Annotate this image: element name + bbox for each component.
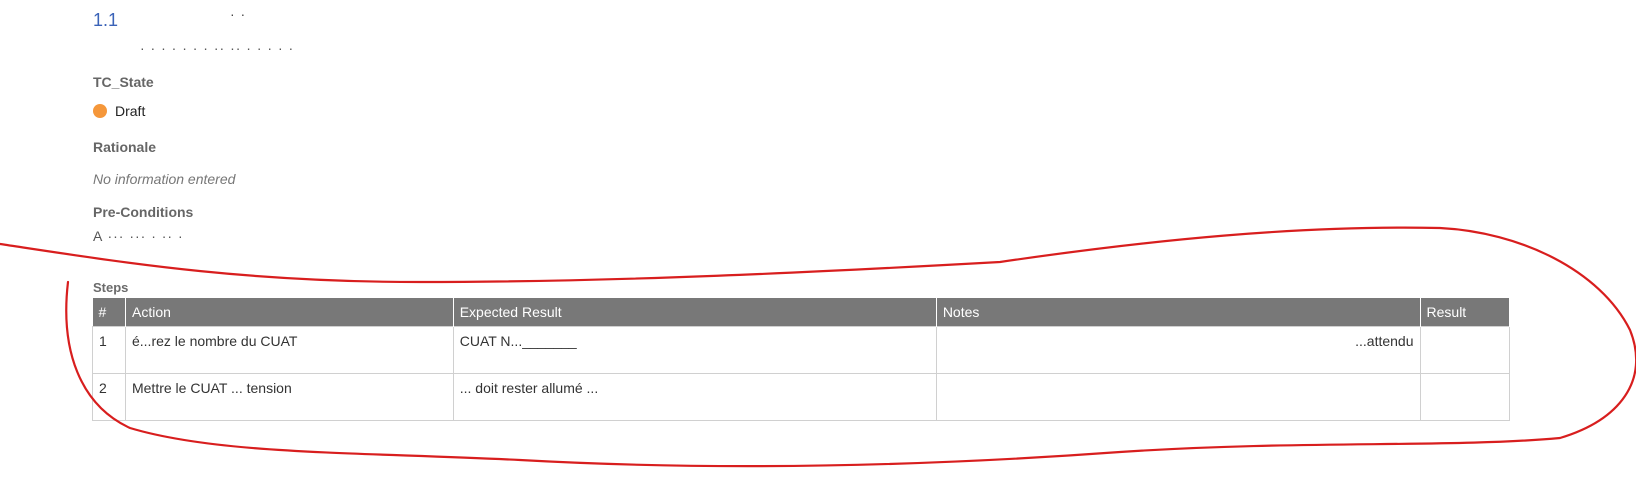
column-header-expected-result: Expected Result bbox=[453, 298, 937, 327]
step-action: é...rez le nombre du CUAT bbox=[124, 326, 454, 374]
step-notes bbox=[935, 373, 1421, 421]
table-row: 1 é...rez le nombre du CUAT CUAT N...___… bbox=[92, 326, 1511, 374]
step-number: 2 bbox=[92, 373, 126, 421]
step-expected-result: CUAT N..._______ bbox=[452, 326, 937, 374]
tc-state-text: Draft bbox=[115, 103, 146, 119]
tc-state-label: TC_State bbox=[93, 74, 154, 90]
step-expected-result: ... doit rester allumé ... bbox=[452, 373, 937, 421]
tc-state-value: Draft bbox=[93, 103, 145, 119]
section-number: 1.1 bbox=[93, 10, 119, 30]
column-header-result: Result bbox=[1420, 298, 1511, 327]
rationale-value: No information entered bbox=[93, 171, 236, 187]
step-result bbox=[1419, 326, 1511, 374]
redacted-description-text: · · · · · · · ·· ·· · · · · · bbox=[140, 40, 295, 56]
redacted-pre-conditions-text: A ··· ··· · ·· · bbox=[93, 228, 184, 244]
rationale-label: Rationale bbox=[93, 139, 157, 155]
status-dot-icon bbox=[93, 104, 107, 118]
column-header-number: # bbox=[92, 298, 126, 327]
column-header-action: Action bbox=[125, 298, 454, 327]
test-case-page: 1.1 · · · · · · · · · ·· ·· · · · · · TC… bbox=[0, 0, 1636, 493]
redacted-title-text: · · bbox=[230, 6, 247, 22]
steps-label: Steps bbox=[93, 280, 129, 295]
column-header-notes: Notes bbox=[936, 298, 1421, 327]
pre-conditions-label: Pre-Conditions bbox=[93, 204, 194, 220]
step-number: 1 bbox=[92, 326, 126, 374]
step-notes: ...attendu bbox=[935, 326, 1421, 374]
step-result bbox=[1419, 373, 1511, 421]
step-action: Mettre le CUAT ... tension bbox=[124, 373, 454, 421]
table-row: 2 Mettre le CUAT ... tension ... doit re… bbox=[92, 373, 1511, 421]
steps-table-header: # Action Expected Result Notes Result bbox=[92, 298, 1511, 327]
steps-table: # Action Expected Result Notes Result 1 … bbox=[92, 298, 1511, 421]
